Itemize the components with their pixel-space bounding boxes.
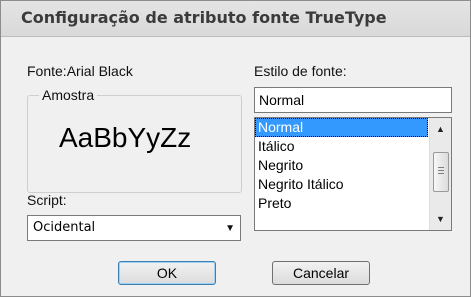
list-item[interactable]: Itálico — [255, 137, 428, 156]
scrollbar-thumb[interactable] — [433, 152, 449, 192]
list-item[interactable]: Negrito — [255, 156, 428, 175]
ok-button[interactable]: OK — [118, 261, 216, 285]
list-item[interactable]: Preto — [255, 194, 428, 213]
font-style-list[interactable]: Normal Itálico Negrito Negrito Itálico P… — [254, 117, 452, 231]
grip-line — [438, 170, 444, 171]
script-dropdown-value: Ocidental — [33, 220, 96, 235]
font-sample-text: AaBbYyZz — [59, 122, 192, 153]
title-bar[interactable]: Configuração de atributo fonte TrueType — [1, 1, 470, 37]
chevron-down-icon[interactable]: ▼ — [225, 223, 235, 234]
grip-line — [438, 173, 444, 174]
list-item[interactable]: Normal — [255, 118, 428, 137]
list-item[interactable]: Negrito Itálico — [255, 175, 428, 194]
font-style-field[interactable]: Normal — [254, 87, 452, 113]
script-dropdown[interactable]: Ocidental ▼ — [27, 215, 241, 241]
cancel-button[interactable]: Cancelar — [272, 261, 370, 285]
list-scrollbar[interactable]: ▲ ▼ — [429, 118, 451, 230]
font-name-label: Fonte:Arial Black — [27, 63, 133, 79]
dialog-title: Configuração de atributo fonte TrueType — [21, 8, 387, 27]
down-arrow-icon[interactable]: ▼ — [430, 209, 451, 229]
up-arrow-icon[interactable]: ▲ — [430, 119, 451, 139]
grip-line — [438, 167, 444, 168]
script-label: Script: — [27, 192, 67, 208]
font-attribute-dialog: Configuração de atributo fonte TrueType … — [0, 0, 471, 297]
sample-group-label: Amostra — [39, 87, 98, 103]
font-style-label: Estilo de fonte: — [254, 63, 347, 79]
